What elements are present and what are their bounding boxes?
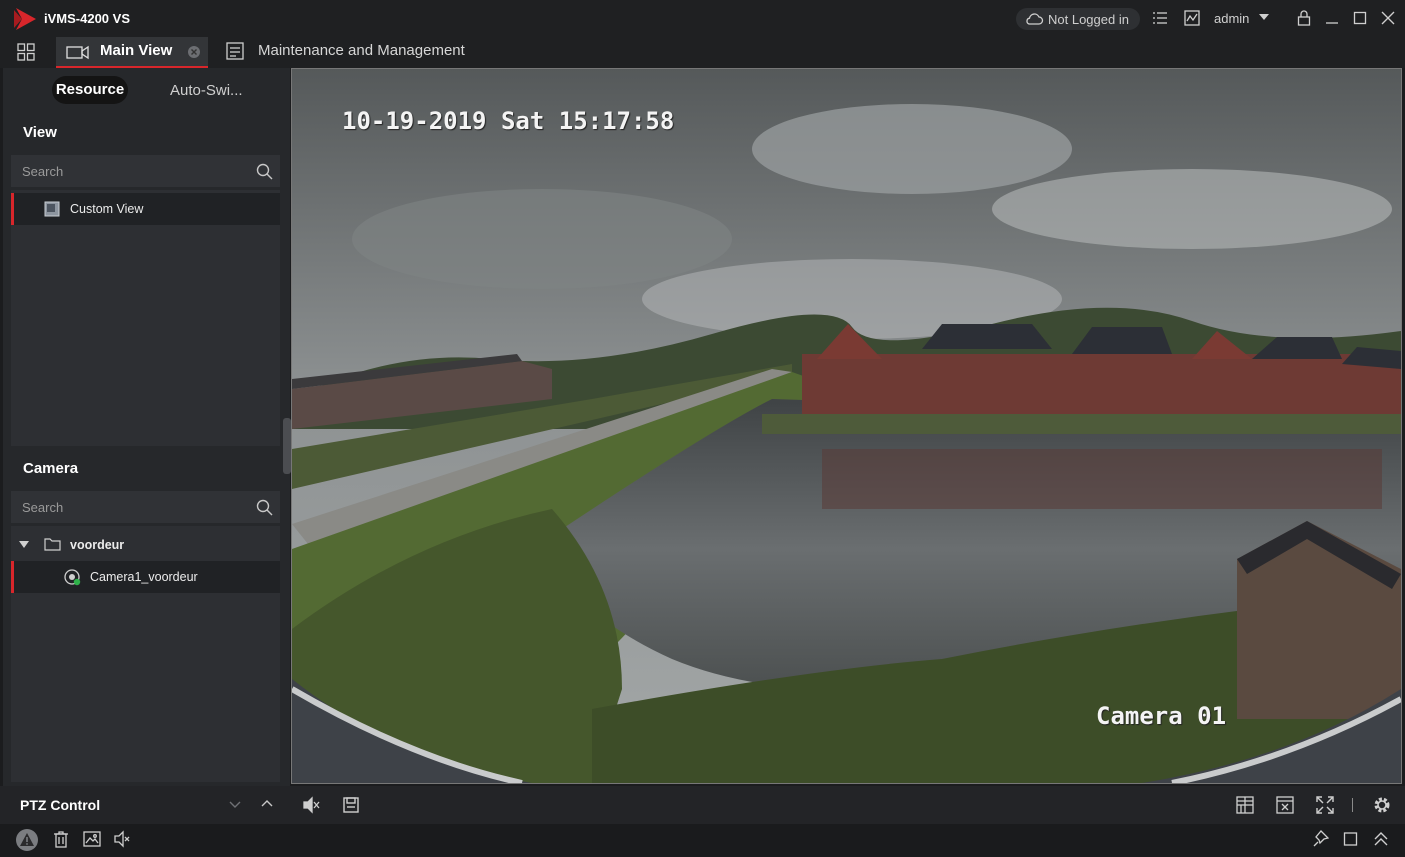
cloud-icon — [1024, 12, 1044, 26]
close-icon[interactable] — [1381, 10, 1395, 26]
alarm-event-icon[interactable] — [1184, 10, 1200, 26]
close-all-windows-icon[interactable] — [1276, 796, 1294, 814]
osd-camera-name: Camera 01 — [1096, 702, 1227, 730]
tab-main-view-label: Main View — [100, 42, 173, 59]
app-title: iVMS-4200 VS — [44, 11, 130, 26]
selection-indicator — [11, 193, 14, 225]
camera-section-title: Camera — [23, 460, 79, 477]
login-status-button[interactable]: Not Logged in — [1016, 8, 1140, 30]
camera-item-camera1-voordeur[interactable]: Camera1_voordeur — [11, 561, 280, 593]
camera-search-input[interactable] — [11, 491, 241, 523]
osd-datetime: 10-19-2019 Sat 15:17:58 — [342, 107, 675, 135]
tab-maintenance[interactable]: Maintenance and Management — [258, 42, 465, 59]
user-dropdown-icon[interactable] — [1259, 14, 1269, 20]
maximize-icon[interactable] — [1353, 10, 1367, 26]
view-section-title: View — [23, 124, 57, 141]
tab-auto-switch[interactable]: Auto-Swi... — [170, 82, 243, 99]
camera-item-label: Camera1_voordeur — [90, 570, 198, 584]
pin-icon[interactable] — [1313, 830, 1329, 848]
expand-arrow-icon[interactable] — [19, 541, 29, 548]
collapse-up-icon[interactable] — [1373, 830, 1389, 848]
user-name[interactable]: admin — [1214, 11, 1249, 26]
minimize-icon[interactable] — [1325, 10, 1339, 26]
window-division-icon[interactable] — [1236, 796, 1254, 814]
camera-group-voordeur[interactable]: voordeur — [11, 529, 280, 561]
tab-resource[interactable]: Resource — [52, 76, 128, 104]
camera-view-icon — [66, 44, 90, 60]
view-item-custom-view[interactable]: Custom View — [11, 193, 280, 225]
hikvision-logo-icon — [14, 8, 38, 30]
lock-icon[interactable] — [1297, 10, 1311, 26]
view-tree — [11, 190, 280, 446]
view-search-input[interactable] — [11, 155, 241, 187]
toolbar-divider — [1352, 798, 1353, 812]
ptz-control-label[interactable]: PTZ Control — [20, 797, 100, 813]
picture-icon[interactable] — [83, 830, 101, 848]
selection-indicator — [11, 561, 14, 593]
fullscreen-icon[interactable] — [1316, 796, 1334, 814]
live-video-window[interactable]: 10-19-2019 Sat 15:17:58 Camera 01 — [291, 68, 1402, 784]
save-icon[interactable] — [343, 796, 359, 814]
chevron-up-icon[interactable] — [261, 799, 273, 807]
settings-icon[interactable] — [1373, 796, 1391, 814]
view-item-label: Custom View — [70, 202, 144, 216]
chevron-down-icon[interactable] — [229, 801, 241, 809]
camera-online-icon — [64, 569, 81, 586]
audio-off-icon[interactable] — [302, 796, 320, 814]
trash-icon[interactable] — [53, 830, 69, 848]
tab-bar — [0, 36, 1405, 68]
panel-collapse-handle[interactable] — [283, 418, 291, 474]
search-icon[interactable] — [256, 499, 273, 516]
custom-view-icon — [44, 201, 60, 217]
close-tab-icon[interactable] — [187, 45, 201, 59]
sound-icon[interactable] — [113, 830, 131, 848]
camera-search — [11, 491, 280, 523]
app-menu-grid-icon[interactable] — [17, 43, 35, 61]
folder-icon — [44, 537, 61, 551]
camera-group-label: voordeur — [70, 538, 125, 552]
window-icon[interactable] — [1343, 830, 1359, 848]
task-list-icon[interactable] — [1152, 10, 1168, 26]
maintenance-icon[interactable] — [226, 42, 244, 60]
tab-main-view[interactable]: Main View — [56, 37, 208, 68]
login-status-label: Not Logged in — [1048, 12, 1129, 27]
search-icon[interactable] — [256, 163, 273, 180]
bottom-toolbar — [0, 786, 1405, 824]
alarm-warning-icon[interactable] — [15, 828, 39, 852]
status-bar — [0, 824, 1405, 857]
camera-scene-image — [292, 69, 1401, 783]
view-search — [11, 155, 280, 187]
